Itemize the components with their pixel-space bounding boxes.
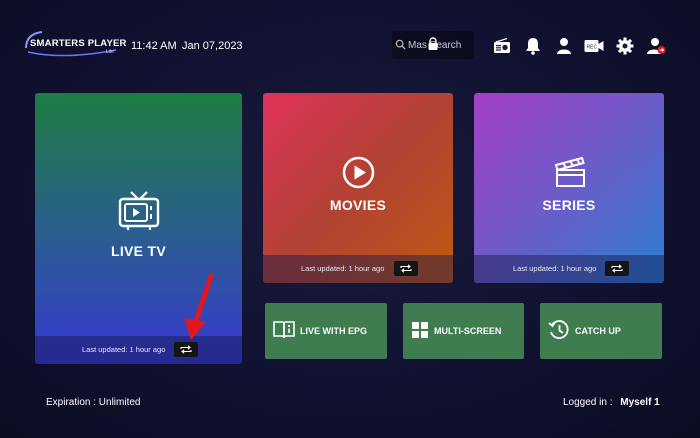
movies-footer: Last updated: 1 hour ago — [263, 255, 453, 283]
movies-title: MOVIES — [329, 197, 387, 213]
live-tv-last-updated: Last updated: 1 hour ago — [82, 345, 166, 354]
clock-time: 11:42 AM — [131, 40, 177, 52]
live-tv-refresh-button[interactable] — [174, 342, 198, 357]
user-icon[interactable] — [554, 36, 574, 56]
radio-icon[interactable] — [492, 36, 512, 56]
gear-icon[interactable] — [615, 36, 635, 56]
logo-subtext: Lite — [106, 49, 115, 55]
live-with-epg-label: LIVE WITH EPG — [300, 326, 368, 336]
search-input[interactable]: Mas Search — [392, 31, 474, 59]
live-with-epg-button[interactable]: LIVE WITH EPG — [265, 303, 387, 359]
red-arrow-annotation — [184, 273, 214, 340]
multi-screen-label: MULTI-SCREEN — [434, 326, 502, 336]
book-info-icon — [273, 321, 295, 339]
refresh-icon — [180, 345, 192, 354]
movies-last-updated: Last updated: 1 hour ago — [301, 264, 385, 273]
refresh-icon — [400, 264, 412, 273]
catch-up-label: CATCH UP — [575, 326, 621, 336]
lock-icon — [428, 37, 438, 50]
series-footer: Last updated: 1 hour ago — [474, 255, 664, 283]
catch-up-button[interactable]: CATCH UP — [540, 303, 662, 359]
logged-in-label: Logged in : — [563, 397, 613, 408]
grid-icon — [412, 322, 428, 338]
series-last-updated: Last updated: 1 hour ago — [513, 264, 597, 273]
tv-icon — [118, 191, 160, 230]
series-title: SERIES — [542, 197, 596, 213]
movies-card[interactable]: MOVIES Last updated: 1 hour ago — [263, 93, 453, 283]
movies-refresh-button[interactable] — [394, 261, 418, 276]
app-logo: SMARTERS PLAYER Lite — [24, 30, 127, 60]
logged-in-status: Logged in : Myself 1 — [563, 397, 660, 408]
clock-date: Jan 07,2023 — [182, 40, 243, 52]
play-icon — [342, 156, 375, 189]
video-record-icon[interactable]: REC — [584, 36, 604, 56]
series-refresh-button[interactable] — [605, 261, 629, 276]
search-icon — [395, 39, 406, 50]
bell-icon[interactable] — [523, 36, 543, 56]
history-clock-icon — [548, 320, 569, 339]
live-tv-title: LIVE TV — [111, 243, 166, 259]
logo-text: SMARTERS PLAYER — [30, 38, 127, 49]
svg-text:REC: REC — [587, 45, 598, 51]
logged-in-user: Myself 1 — [620, 397, 660, 408]
multi-screen-button[interactable]: MULTI-SCREEN — [403, 303, 524, 359]
refresh-icon — [611, 264, 623, 273]
series-card[interactable]: SERIES Last updated: 1 hour ago — [474, 93, 664, 283]
switch-user-icon[interactable] — [646, 36, 666, 56]
expiration-text: Expiration : Unlimited — [46, 397, 141, 408]
clapperboard-icon — [554, 156, 585, 187]
